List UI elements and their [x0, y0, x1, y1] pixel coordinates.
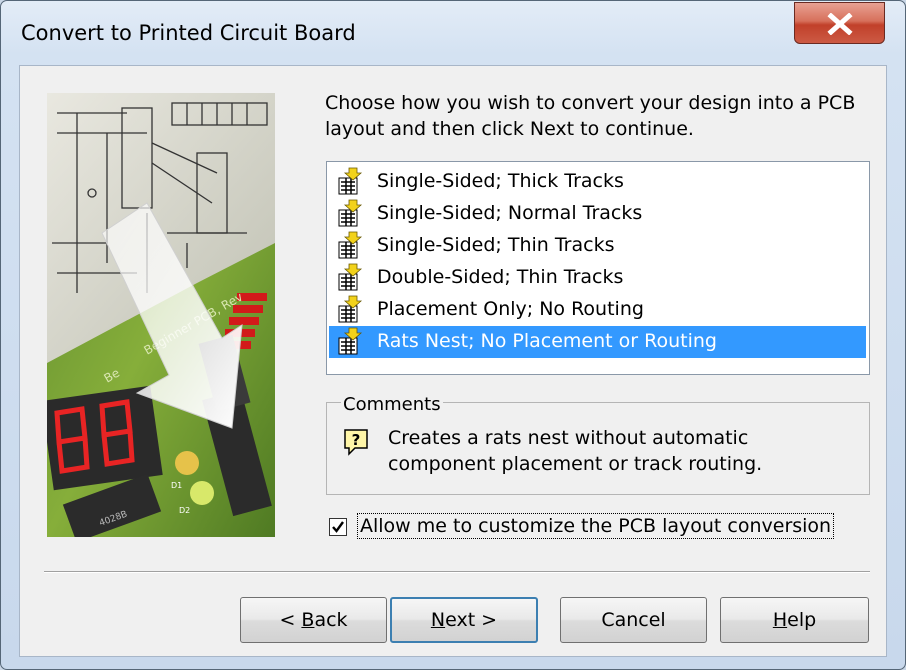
checkmark-icon — [332, 521, 344, 533]
customize-checkbox[interactable] — [329, 518, 347, 536]
next-label: ext > — [445, 609, 498, 631]
cancel-button[interactable]: Cancel — [560, 597, 707, 643]
comment-text: Creates a rats nest without automatic co… — [388, 425, 858, 477]
list-item-single-thick[interactable]: Single-Sided; Thick Tracks — [329, 166, 866, 198]
list-item-single-normal[interactable]: Single-Sided; Normal Tracks — [329, 198, 866, 230]
dialog-client-area: 4028B Beginner PCB, Rev Be D1 D2 Choose … — [19, 65, 887, 657]
comment-line-1: Creates a rats nest without automatic — [388, 427, 749, 449]
pcb-convert-icon — [338, 231, 363, 259]
led-label-d2: D2 — [179, 506, 190, 515]
option-label: Rats Nest; No Placement or Routing — [377, 330, 717, 352]
list-item-placement-only[interactable]: Placement Only; No Routing — [329, 294, 866, 326]
svg-text:?: ? — [352, 431, 361, 449]
pcb-convert-icon — [338, 295, 363, 323]
instruction-text: Choose how you wish to convert your desi… — [325, 92, 856, 140]
option-label: Double-Sided; Thin Tracks — [377, 266, 624, 288]
pcb-convert-icon — [338, 199, 363, 227]
customize-checkbox-label[interactable]: Allow me to customize the PCB layout con… — [357, 513, 835, 539]
close-icon — [827, 13, 853, 35]
pcb-convert-icon — [338, 263, 363, 291]
led-label-d1: D1 — [171, 481, 182, 490]
back-prefix: < — [279, 609, 302, 631]
list-item-single-thin[interactable]: Single-Sided; Thin Tracks — [329, 230, 866, 262]
next-button[interactable]: Next > — [390, 597, 538, 643]
dialog-window: Convert to Printed Circuit Board 4028B R… — [0, 0, 906, 670]
next-mnemonic: N — [430, 609, 446, 631]
option-label: Single-Sided; Thin Tracks — [377, 234, 615, 256]
list-item-rats-nest[interactable]: Rats Nest; No Placement or Routing — [329, 326, 866, 358]
back-button[interactable]: < Back — [240, 597, 387, 643]
back-mnemonic: B — [301, 609, 315, 631]
cancel-label: Cancel — [601, 609, 666, 631]
pcb-convert-icon — [338, 327, 363, 355]
pcb-convert-icon — [338, 167, 363, 195]
back-label: ack — [314, 609, 348, 631]
close-button[interactable] — [794, 2, 885, 44]
help-question-icon: ? — [344, 429, 368, 456]
comment-line-2: component placement or track routing. — [388, 453, 763, 475]
help-button[interactable]: Help — [720, 597, 869, 643]
pcb-illustration: 4028B Beginner PCB, Rev Be D1 D2 — [47, 93, 275, 537]
list-item-double-thin[interactable]: Double-Sided; Thin Tracks — [329, 262, 866, 294]
comments-group-title: Comments — [341, 394, 443, 415]
window-title: Convert to Printed Circuit Board — [21, 21, 356, 45]
help-label: elp — [787, 609, 817, 631]
option-label: Single-Sided; Thick Tracks — [377, 170, 624, 192]
help-mnemonic: H — [772, 609, 788, 631]
option-label: Placement Only; No Routing — [377, 298, 644, 320]
separator — [44, 571, 870, 573]
conversion-options-list[interactable]: Single-Sided; Thick Tracks Single-Sided;… — [326, 161, 870, 375]
option-label: Single-Sided; Normal Tracks — [377, 202, 643, 224]
